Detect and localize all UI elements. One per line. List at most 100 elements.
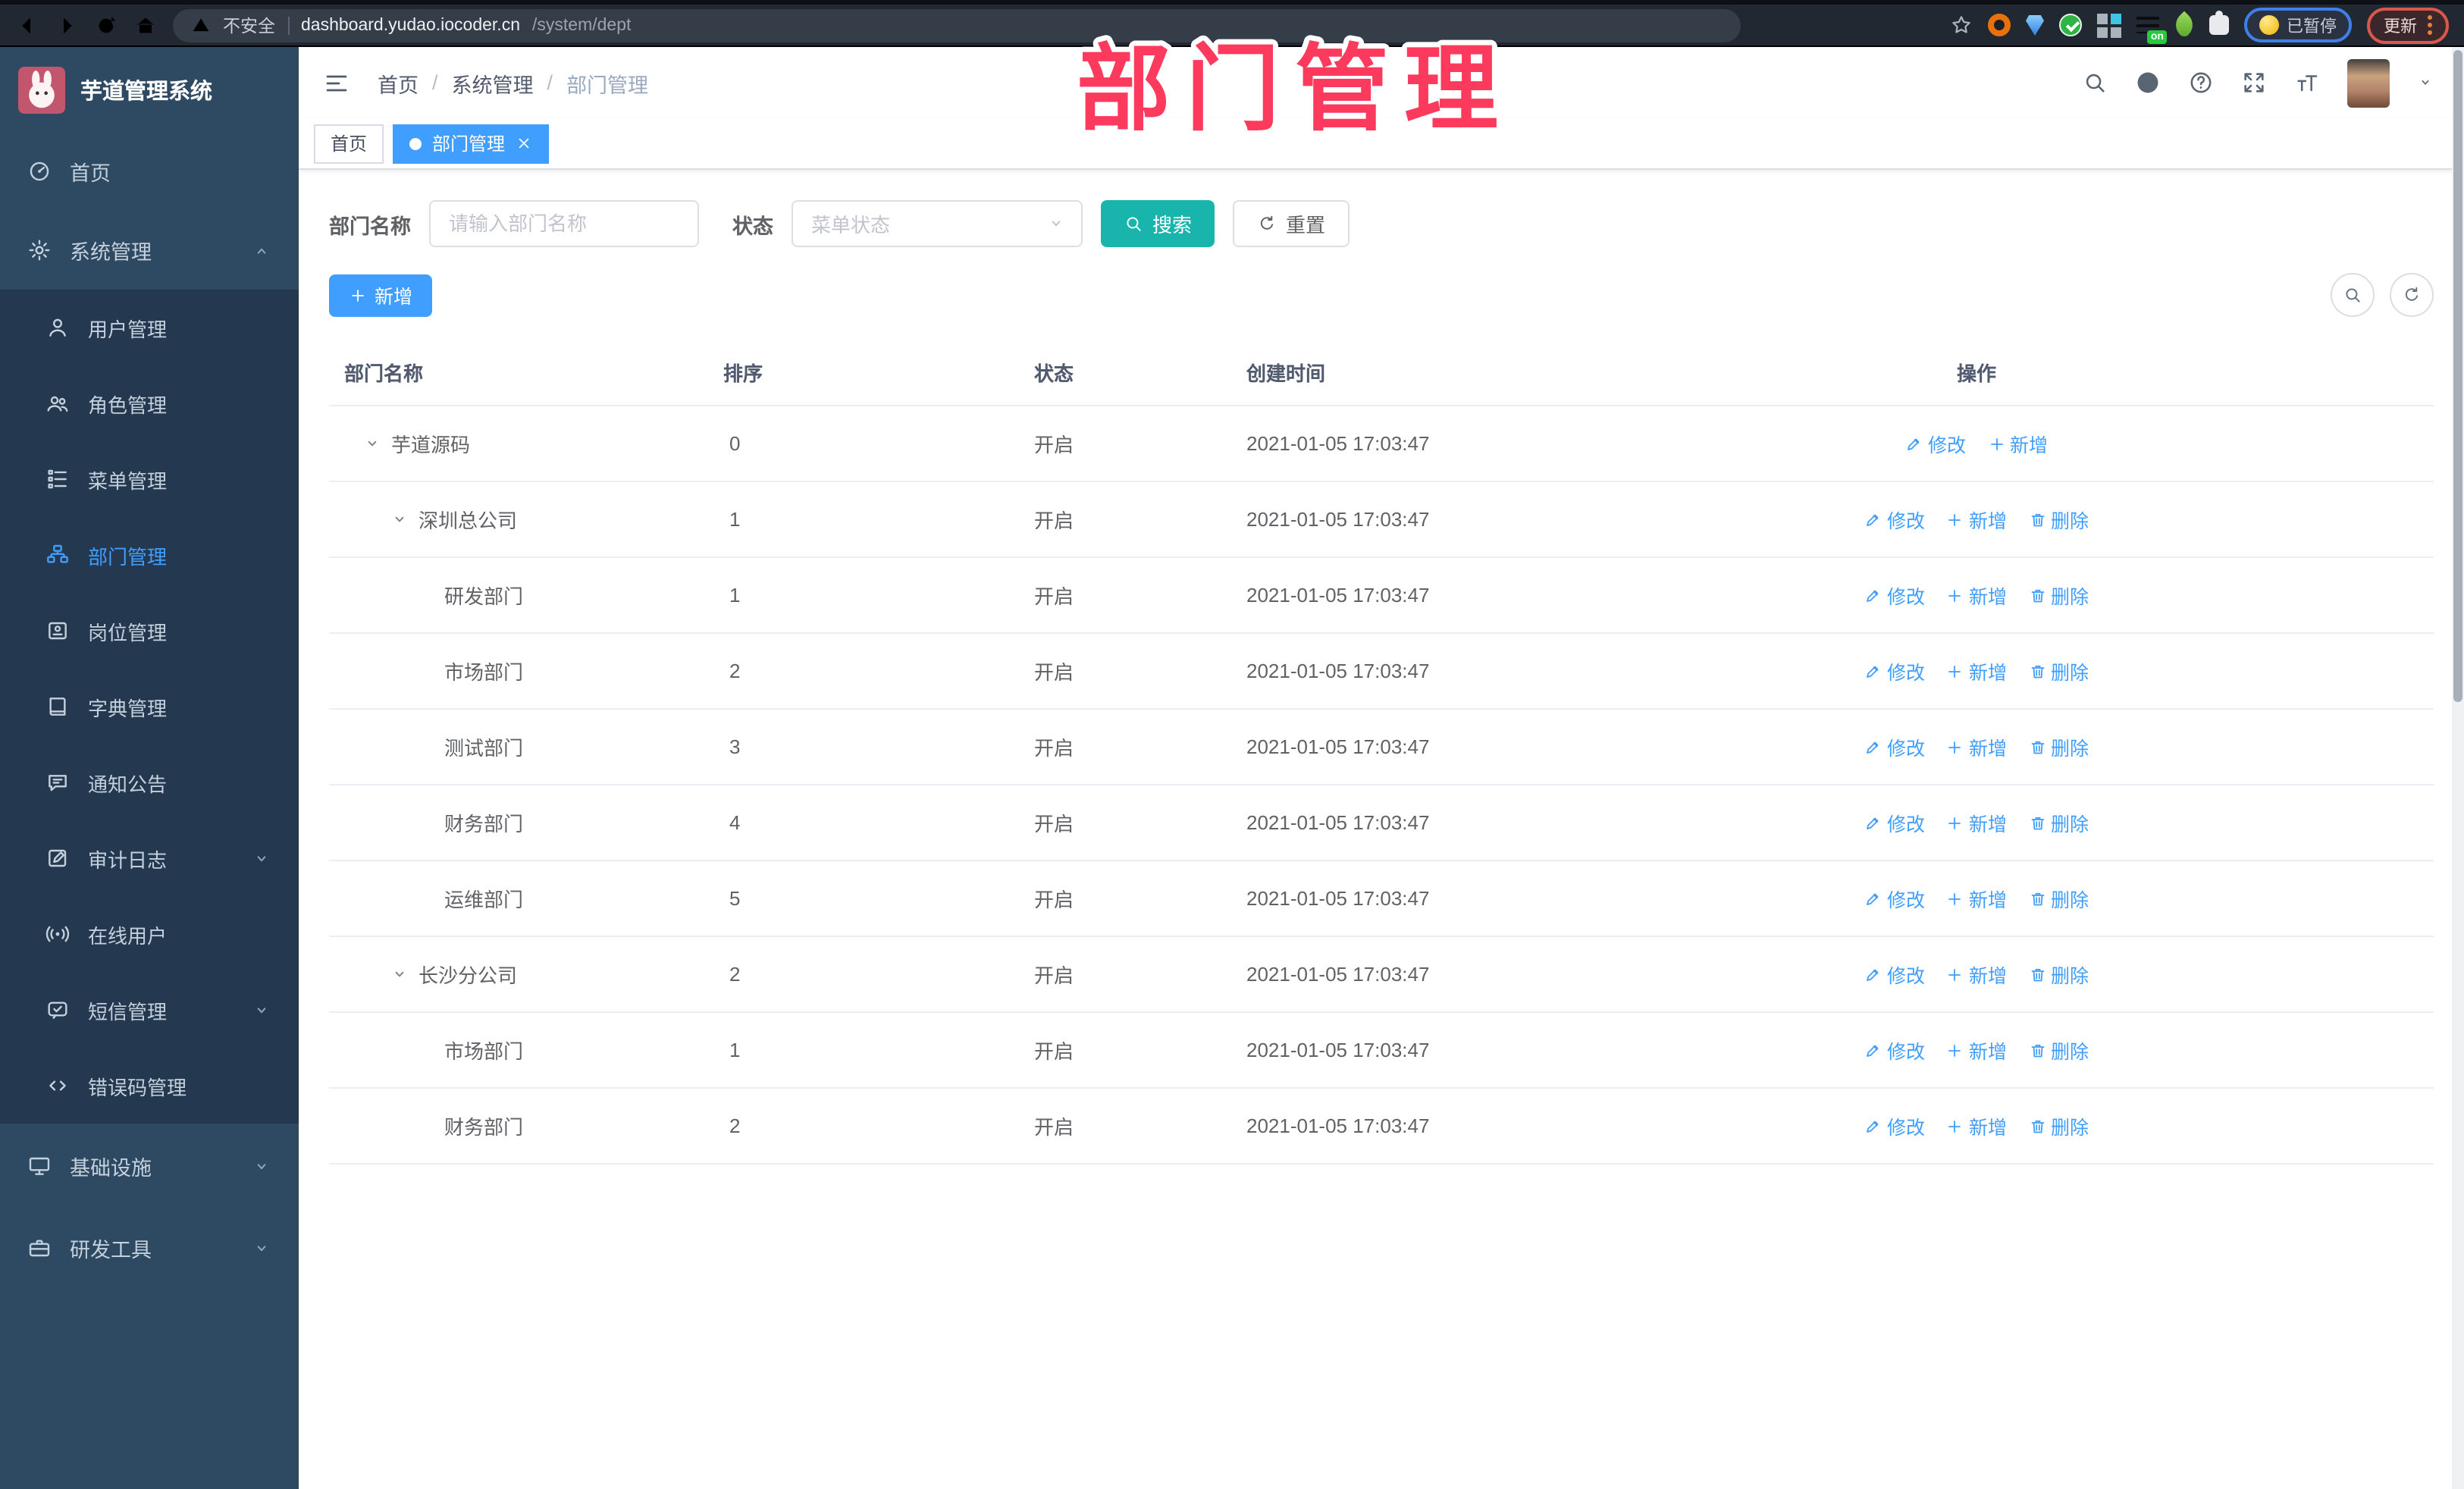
user-menu-caret-icon[interactable] (2417, 74, 2434, 91)
browser-home-icon[interactable] (133, 13, 158, 37)
trash-icon (2028, 738, 2046, 756)
font-size-icon[interactable] (2294, 70, 2320, 96)
dept-name-input[interactable] (429, 200, 699, 247)
extension-green-icon[interactable] (2059, 14, 2082, 36)
help-icon[interactable] (2188, 70, 2214, 96)
sidebar-item-notices[interactable]: 通知公告 (0, 744, 299, 820)
modify-link[interactable]: 修改 (1864, 505, 1925, 534)
tab-dept[interactable]: 部门管理 (393, 124, 550, 163)
active-tab-dot (409, 137, 422, 149)
scrollbar-thumb[interactable] (2453, 50, 2462, 702)
add-link[interactable]: 新增 (1946, 1111, 2007, 1140)
browser-update-button[interactable]: 更新 (2367, 7, 2449, 43)
github-icon[interactable] (2135, 70, 2161, 96)
extension-grid-icon[interactable] (2097, 13, 2108, 24)
add-link[interactable]: 新增 (1987, 429, 2048, 458)
toggle-search-button[interactable] (2331, 273, 2375, 317)
app-logo-row[interactable]: 芋道管理系统 (0, 47, 299, 132)
extension-lines-icon[interactable]: on (2136, 17, 2167, 44)
dept-name: 长沙分公司 (419, 964, 518, 987)
add-link[interactable]: 新增 (1946, 581, 2007, 610)
delete-link[interactable]: 删除 (2028, 808, 2089, 837)
add-link[interactable]: 新增 (1946, 960, 2007, 989)
add-button[interactable]: 新增 (329, 274, 433, 316)
reload-icon[interactable] (94, 13, 118, 37)
expand-caret-icon[interactable] (390, 509, 409, 529)
refresh-table-button[interactable] (2390, 273, 2434, 317)
add-link[interactable]: 新增 (1946, 1036, 2007, 1064)
sidebar-item-dev-tools[interactable]: 研发工具 (0, 1208, 299, 1287)
sidebar-item-sms[interactable]: 短信管理 (0, 972, 299, 1048)
delete-link[interactable]: 删除 (2028, 581, 2089, 610)
extensions-puzzle-icon[interactable] (2209, 11, 2229, 35)
delete-link[interactable]: 删除 (2028, 1036, 2089, 1064)
sidebar-item-menus[interactable]: 菜单管理 (0, 441, 299, 517)
sidebar-item-online[interactable]: 在线用户 (0, 896, 299, 972)
sidebar-item-dicts[interactable]: 字典管理 (0, 669, 299, 744)
reset-button[interactable]: 重置 (1233, 200, 1350, 247)
sidebar-item-depts[interactable]: 部门管理 (0, 517, 299, 593)
modify-link[interactable]: 修改 (1864, 581, 1925, 610)
sidebar-item-home[interactable]: 首页 (0, 132, 299, 211)
search-button[interactable]: 搜索 (1101, 200, 1215, 247)
add-link[interactable]: 新增 (1946, 884, 2007, 913)
modify-link[interactable]: 修改 (1905, 429, 1966, 458)
refresh-icon (2402, 285, 2422, 305)
dept-status: 开启 (1019, 785, 1231, 861)
delete-link[interactable]: 删除 (2028, 884, 2089, 913)
plus-icon (1946, 510, 1964, 528)
delete-link[interactable]: 删除 (2028, 505, 2089, 534)
modify-link[interactable]: 修改 (1864, 1111, 1925, 1140)
extension-gem-icon[interactable] (2026, 14, 2044, 36)
expand-caret-icon[interactable] (390, 964, 409, 984)
modify-link[interactable]: 修改 (1864, 884, 1925, 913)
collapse-menu-icon[interactable] (323, 69, 350, 96)
back-icon[interactable] (15, 13, 39, 37)
delete-link[interactable]: 删除 (2028, 1111, 2089, 1140)
extension-cluster: on 已暂停 更新 (1950, 7, 2449, 44)
extension-ring-icon[interactable] (1988, 14, 2011, 36)
header-search-icon[interactable] (2082, 70, 2108, 96)
add-link[interactable]: 新增 (1946, 505, 2007, 534)
delete-link[interactable]: 删除 (2028, 960, 2089, 989)
breadcrumb-item[interactable]: 系统管理 (452, 67, 534, 98)
modify-link[interactable]: 修改 (1864, 808, 1925, 837)
dept-status: 开启 (1019, 936, 1231, 1013)
extension-sprout-icon[interactable] (2170, 11, 2199, 39)
tools-icon (27, 1236, 52, 1260)
forward-icon[interactable] (55, 13, 79, 37)
add-link[interactable]: 新增 (1946, 657, 2007, 685)
user-avatar[interactable] (2347, 58, 2390, 107)
plus-icon (1946, 813, 1964, 832)
expand-caret-icon[interactable] (362, 434, 382, 453)
bookmark-star-icon[interactable] (1950, 14, 1973, 36)
add-link[interactable]: 新增 (1946, 808, 2007, 837)
sidebar-item-system[interactable]: 系统管理 (0, 211, 299, 290)
sidebar-item-users[interactable]: 用户管理 (0, 290, 299, 365)
add-link[interactable]: 新增 (1946, 732, 2007, 761)
address-bar[interactable]: 不安全 dashboard.yudao.iocoder.cn/system/de… (173, 8, 1741, 42)
modify-link[interactable]: 修改 (1864, 732, 1925, 761)
dept-status: 开启 (1019, 860, 1231, 937)
sidebar-item-audit-logs[interactable]: 审计日志 (0, 820, 299, 896)
fullscreen-icon[interactable] (2241, 70, 2267, 96)
breadcrumb-item[interactable]: 首页 (378, 67, 419, 98)
modify-link[interactable]: 修改 (1864, 960, 1925, 989)
sidebar-item-infra[interactable]: 基础设施 (0, 1124, 299, 1208)
sidebar-item-posts[interactable]: 岗位管理 (0, 593, 299, 669)
tab-home[interactable]: 首页 (314, 124, 384, 163)
dept-sort: 1 (708, 1012, 1019, 1089)
modify-link[interactable]: 修改 (1864, 657, 1925, 685)
header-actions (2082, 58, 2440, 107)
browser-menu-icon[interactable] (2428, 15, 2432, 35)
sidebar-item-roles[interactable]: 角色管理 (0, 365, 299, 441)
delete-link[interactable]: 删除 (2028, 657, 2089, 685)
profile-paused-pill[interactable]: 已暂停 (2244, 8, 2352, 42)
sidebar-item-error-codes[interactable]: 错误码管理 (0, 1048, 299, 1124)
status-select[interactable]: 菜单状态 (792, 200, 1083, 247)
delete-link[interactable]: 删除 (2028, 732, 2089, 761)
modify-link[interactable]: 修改 (1864, 1036, 1925, 1064)
close-tab-icon[interactable] (516, 135, 532, 152)
dept-sort: 4 (708, 785, 1019, 861)
scrollbar-track[interactable] (2452, 47, 2464, 1489)
